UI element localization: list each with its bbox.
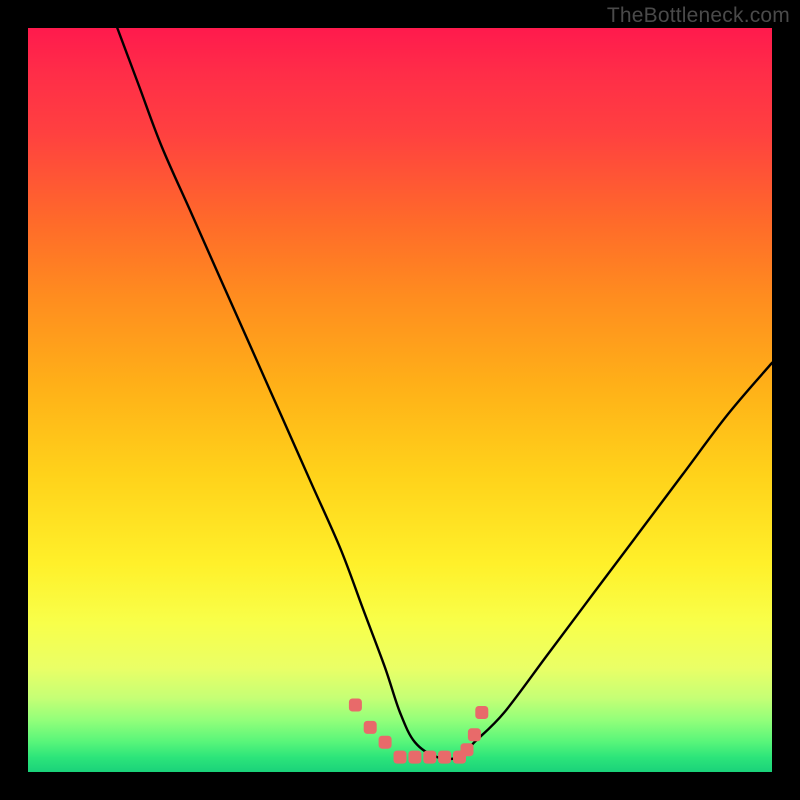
highlight-markers [349,699,488,764]
highlight-marker [394,751,407,764]
plot-area [28,28,772,772]
bottleneck-curve [117,28,772,759]
curve-svg [28,28,772,772]
highlight-marker [379,736,392,749]
highlight-marker [438,751,451,764]
highlight-marker [349,699,362,712]
highlight-marker [408,751,421,764]
highlight-marker [423,751,436,764]
highlight-marker [364,721,377,734]
chart-frame: TheBottleneck.com [0,0,800,800]
highlight-marker [468,728,481,741]
highlight-marker [475,706,488,719]
highlight-marker [461,743,474,756]
watermark-text: TheBottleneck.com [607,4,790,28]
